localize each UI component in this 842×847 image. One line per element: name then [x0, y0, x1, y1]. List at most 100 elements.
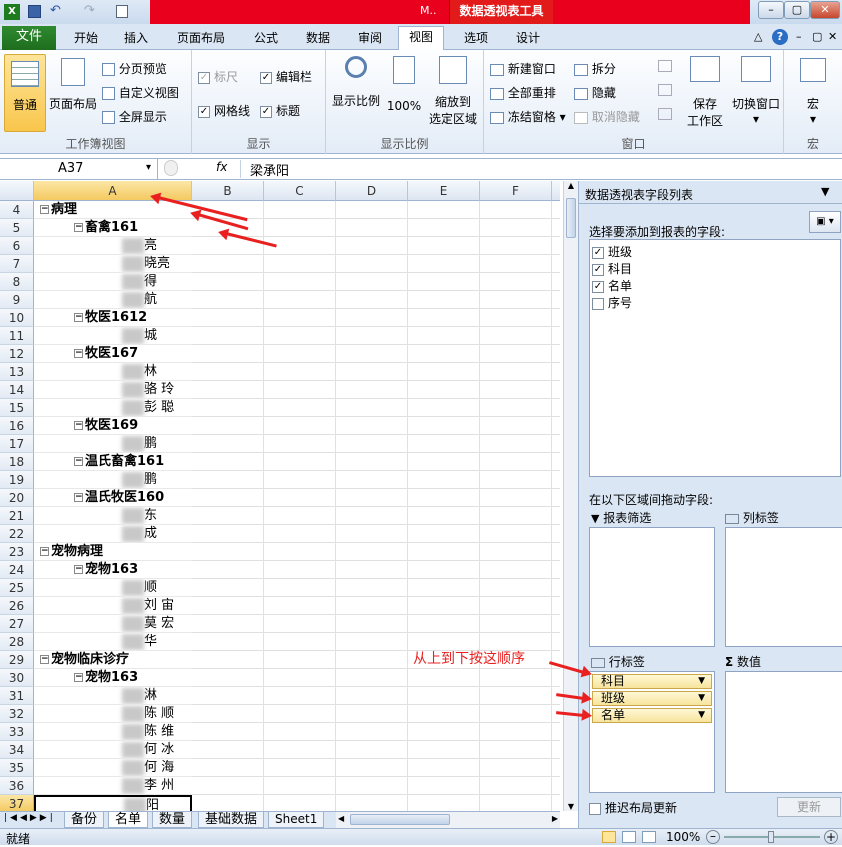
grid-cell[interactable] [480, 525, 552, 543]
grid-cell[interactable] [336, 705, 408, 723]
grid-cell[interactable] [552, 561, 560, 579]
grid-cell[interactable] [408, 525, 480, 543]
row-header[interactable]: 35 [0, 759, 34, 777]
tab-data[interactable]: 数据 [296, 28, 340, 50]
grid-cell[interactable] [336, 633, 408, 651]
normal-view-button[interactable]: 普通 [4, 54, 46, 132]
grid-cell[interactable] [480, 309, 552, 327]
row-header[interactable]: 17 [0, 435, 34, 453]
grid-cell[interactable] [336, 291, 408, 309]
field-check-icon[interactable]: ✓ [592, 263, 604, 276]
grid-cell[interactable] [480, 453, 552, 471]
grid-cell[interactable] [192, 435, 264, 453]
row-header[interactable]: 20 [0, 489, 34, 507]
collapse-icon[interactable]: − [40, 547, 49, 556]
pivot-cell[interactable]: 林 [34, 363, 192, 381]
pivot-cell[interactable]: − 温氏牧医160 [34, 489, 192, 507]
grid-cell[interactable] [408, 435, 480, 453]
grid-cell[interactable] [552, 363, 560, 381]
grid-cell[interactable] [192, 471, 264, 489]
grid-cell[interactable] [192, 543, 264, 561]
grid-cell[interactable] [552, 615, 560, 633]
sync-scroll-icon[interactable] [658, 84, 672, 96]
grid-cell[interactable] [408, 723, 480, 741]
col-header-c[interactable]: C [264, 181, 336, 201]
collapse-icon[interactable]: − [74, 457, 83, 466]
zoom-in-icon[interactable]: + [824, 830, 838, 844]
grid-cell[interactable] [264, 273, 336, 291]
grid-cell[interactable] [480, 777, 552, 795]
field-item[interactable]: ✓ 科目 [592, 261, 838, 278]
grid-cell[interactable] [480, 597, 552, 615]
row-header[interactable]: 15 [0, 399, 34, 417]
grid-cell[interactable] [480, 687, 552, 705]
grid-cell[interactable] [192, 453, 264, 471]
grid-cell[interactable] [480, 561, 552, 579]
row-field-class[interactable]: 班级 ▼ [592, 691, 712, 706]
grid-cell[interactable] [336, 363, 408, 381]
field-item[interactable]: ✓ 名单 [592, 278, 838, 295]
pivot-cell[interactable]: 城 [34, 327, 192, 345]
name-box-dropdown-icon[interactable]: ▾ [146, 162, 151, 173]
sheet-tab-sheet1[interactable]: Sheet1 [268, 812, 325, 828]
grid-cell[interactable] [480, 615, 552, 633]
pivot-cell[interactable]: 彭 聪 [34, 399, 192, 417]
grid-cell[interactable] [336, 237, 408, 255]
grid-cell[interactable] [408, 327, 480, 345]
view-side-by-side-icon[interactable] [658, 60, 672, 72]
sheet-tab-roster[interactable]: 名单 [108, 812, 149, 828]
pivot-cell[interactable]: − 宠物病理 [34, 543, 192, 561]
grid-cell[interactable] [264, 291, 336, 309]
page-break-preview-button[interactable]: 分页预览 [102, 60, 167, 77]
hide-button[interactable]: 隐藏 [574, 84, 616, 101]
grid-cell[interactable] [336, 489, 408, 507]
grid-cell[interactable] [480, 363, 552, 381]
grid-cell[interactable] [336, 471, 408, 489]
grid-cell[interactable] [264, 201, 336, 219]
field-check-icon[interactable]: ✓ [592, 246, 604, 259]
grid-cell[interactable] [408, 777, 480, 795]
row-header[interactable]: 9 [0, 291, 34, 309]
pivot-cell[interactable]: 华 [34, 633, 192, 651]
grid-cell[interactable] [408, 219, 480, 237]
collapse-icon[interactable]: − [74, 349, 83, 358]
grid-cell[interactable] [264, 363, 336, 381]
worksheet-grid[interactable]: A B C D E F 4− 病理 5− 畜禽161 6 亮 7 晓亮 8 得 9 航 10− 牧医161… [0, 181, 560, 811]
grid-cell[interactable] [192, 723, 264, 741]
grid-cell[interactable] [480, 273, 552, 291]
grid-cell[interactable] [336, 561, 408, 579]
vertical-scrollbar[interactable]: ▲ ▼ [563, 181, 578, 811]
grid-cell[interactable] [408, 705, 480, 723]
grid-cell[interactable] [336, 507, 408, 525]
headings-checkbox[interactable]: ✓ 标题 [260, 102, 300, 119]
grid-cell[interactable] [408, 273, 480, 291]
doc-restore-icon[interactable]: ▢ [812, 30, 822, 43]
collapse-icon[interactable]: − [74, 673, 83, 682]
row-header[interactable]: 4 [0, 201, 34, 219]
grid-cell[interactable] [264, 759, 336, 777]
column-labels-box[interactable] [725, 527, 842, 647]
grid-cell[interactable] [552, 345, 560, 363]
hscroll-thumb[interactable] [350, 814, 450, 825]
grid-cell[interactable] [192, 363, 264, 381]
grid-cell[interactable] [192, 597, 264, 615]
grid-cell[interactable] [480, 507, 552, 525]
grid-cell[interactable] [480, 759, 552, 777]
pivot-cell[interactable]: 东 [34, 507, 192, 525]
grid-cell[interactable] [552, 309, 560, 327]
formula-expand-icon[interactable] [164, 160, 178, 176]
pivot-cell[interactable]: 顺 [34, 579, 192, 597]
unhide-button[interactable]: 取消隐藏 [574, 108, 640, 125]
grid-cell[interactable] [408, 201, 480, 219]
grid-cell[interactable] [336, 345, 408, 363]
pivot-cell[interactable]: 陈 维 [34, 723, 192, 741]
pivot-cell[interactable]: 何 海 [34, 759, 192, 777]
grid-cell[interactable] [408, 669, 480, 687]
grid-cell[interactable] [336, 453, 408, 471]
col-header-b[interactable]: B [192, 181, 264, 201]
grid-cell[interactable] [336, 273, 408, 291]
field-item[interactable]: 序号 [592, 295, 838, 312]
grid-cell[interactable] [264, 579, 336, 597]
grid-cell[interactable] [264, 309, 336, 327]
undo-icon[interactable]: ↶ [50, 3, 61, 18]
